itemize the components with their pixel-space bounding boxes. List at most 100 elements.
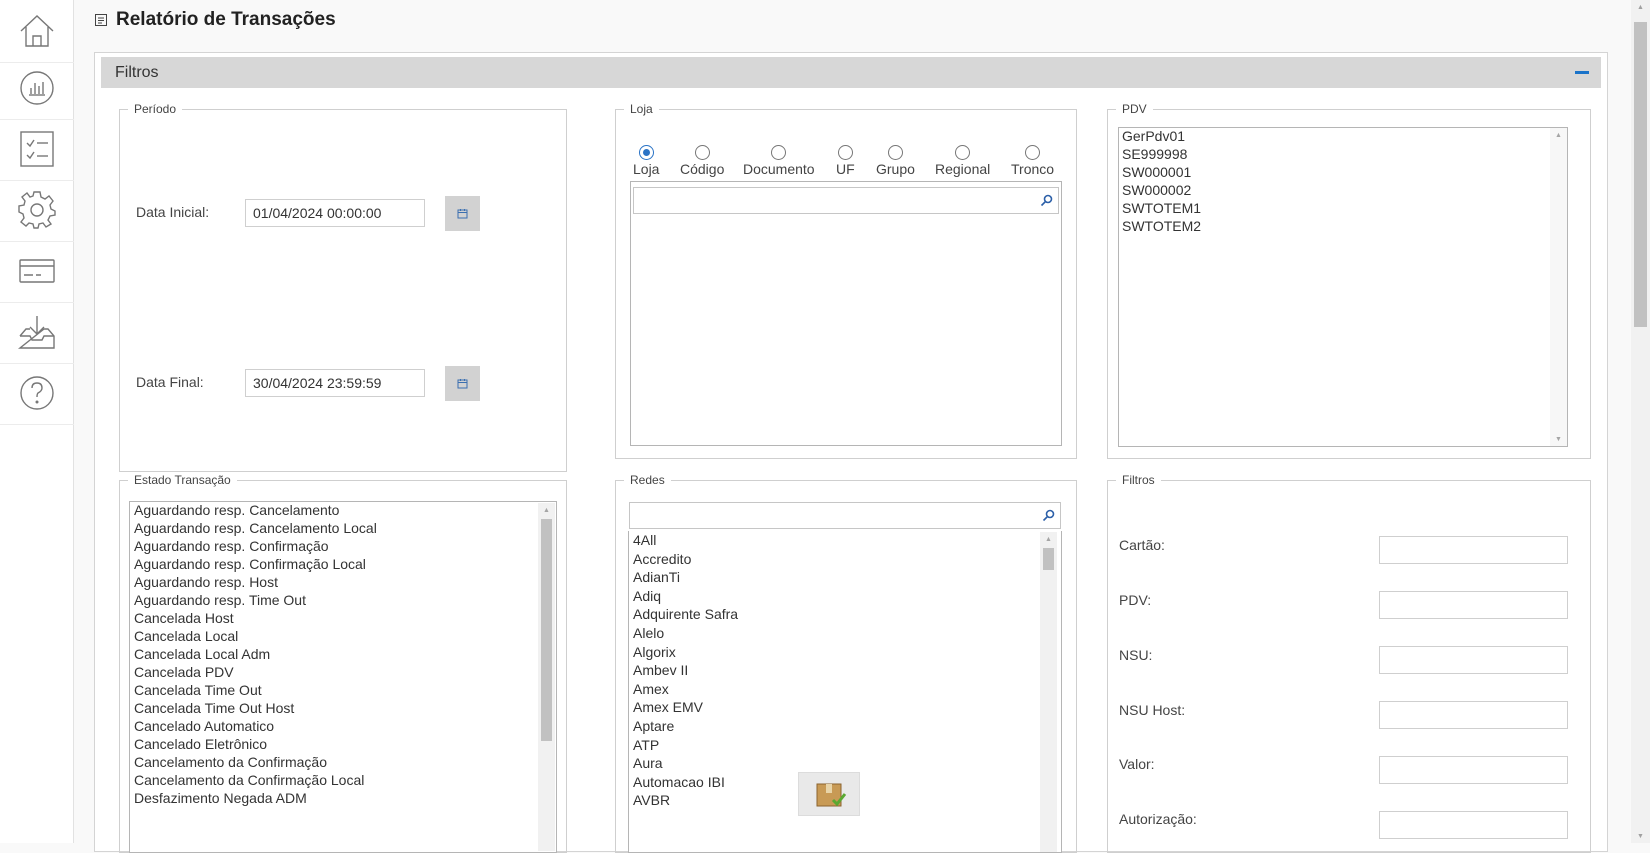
calendar-icon xyxy=(457,209,468,219)
sidebar-item-help[interactable] xyxy=(0,362,74,425)
scroll-up-icon[interactable]: ▲ xyxy=(538,503,555,517)
scroll-thumb[interactable] xyxy=(541,519,552,741)
estado-item[interactable]: Desfazimento Negada ADM xyxy=(134,789,377,807)
page-scrollbar[interactable]: ▲ ▼ xyxy=(1631,0,1650,843)
estado-item[interactable]: Aguardando resp. Time Out xyxy=(134,591,377,609)
autorizacao-input[interactable] xyxy=(1379,811,1568,839)
radio-dot[interactable] xyxy=(1025,145,1041,160)
sidebar-item-cards[interactable] xyxy=(0,240,74,303)
pdv-scrollbar[interactable]: ▲ ▼ xyxy=(1550,128,1567,446)
radio-dot[interactable] xyxy=(887,145,903,160)
rede-item[interactable]: AVBR xyxy=(633,791,738,810)
radio-tronco[interactable]: Tronco xyxy=(1011,145,1054,177)
scroll-up-icon[interactable]: ▲ xyxy=(1040,532,1057,546)
scroll-down-icon[interactable]: ▼ xyxy=(1550,432,1567,446)
end-date-input[interactable]: 30/04/2024 23:59:59 xyxy=(245,369,425,397)
loja-list-box[interactable] xyxy=(630,181,1062,446)
start-date-calendar-button[interactable] xyxy=(445,196,480,231)
rede-item[interactable]: Ambev II xyxy=(633,661,738,680)
rede-item[interactable]: Automacao IBI xyxy=(633,773,738,792)
sidebar-item-home[interactable] xyxy=(0,0,74,63)
radio-codigo[interactable]: Código xyxy=(680,145,724,177)
page-title: Relatório de Transações xyxy=(94,9,336,31)
radio-loja[interactable]: Loja xyxy=(633,145,659,177)
scroll-down-icon[interactable]: ▼ xyxy=(1631,829,1650,843)
end-date-calendar-button[interactable] xyxy=(445,366,480,401)
rede-item[interactable]: ATP xyxy=(633,736,738,755)
rede-item[interactable]: Adquirente Safra xyxy=(633,605,738,624)
start-date-input[interactable]: 01/04/2024 00:00:00 xyxy=(245,199,425,227)
sidebar-item-tasks[interactable] xyxy=(0,118,74,181)
cartao-input[interactable] xyxy=(1379,536,1568,564)
rede-item[interactable]: Accredito xyxy=(633,550,738,569)
rede-item[interactable]: Alelo xyxy=(633,624,738,643)
estado-item[interactable]: Aguardando resp. Cancelamento Local xyxy=(134,519,377,537)
nsu-host-input[interactable] xyxy=(1379,701,1568,729)
estado-item[interactable]: Cancelada PDV xyxy=(134,663,377,681)
estado-item[interactable]: Cancelada Local xyxy=(134,627,377,645)
rede-item[interactable]: Adiq xyxy=(633,587,738,606)
radio-grupo[interactable]: Grupo xyxy=(876,145,915,177)
estado-item[interactable]: Cancelado Eletrônico xyxy=(134,735,377,753)
filters-panel-header[interactable]: Filtros xyxy=(101,57,1601,88)
valor-input[interactable] xyxy=(1379,756,1568,784)
radio-regional[interactable]: Regional xyxy=(935,145,990,177)
estado-item[interactable]: Aguardando resp. Host xyxy=(134,573,377,591)
estado-item[interactable]: Cancelada Host xyxy=(134,609,377,627)
scroll-up-icon[interactable]: ▲ xyxy=(1631,0,1650,14)
estado-transacao-list: Aguardando resp. Cancelamento Aguardando… xyxy=(134,501,377,807)
sidebar-item-downloads[interactable] xyxy=(0,301,74,364)
rede-item[interactable]: Amex EMV xyxy=(633,698,738,717)
search-icon[interactable] xyxy=(1040,194,1053,207)
radio-dot[interactable] xyxy=(638,145,654,160)
sidebar-item-settings[interactable] xyxy=(0,179,74,242)
loading-package-icon xyxy=(798,772,860,816)
loja-search-input[interactable] xyxy=(633,187,1059,214)
estado-item[interactable]: Cancelada Time Out Host xyxy=(134,699,377,717)
estado-item[interactable]: Cancelada Time Out xyxy=(134,681,377,699)
pdv-item[interactable]: SW000002 xyxy=(1122,181,1201,199)
pdv-item[interactable]: SE999998 xyxy=(1122,145,1201,163)
pdv-item[interactable]: GerPdv01 xyxy=(1122,127,1201,145)
nsu-input[interactable] xyxy=(1379,646,1568,674)
rede-item[interactable]: Aptare xyxy=(633,717,738,736)
end-date-label: Data Final: xyxy=(136,374,204,390)
pdv-item[interactable]: SW000001 xyxy=(1122,163,1201,181)
pdv-item[interactable]: SWTOTEM1 xyxy=(1122,199,1201,217)
estado-item[interactable]: Cancelamento da Confirmação xyxy=(134,753,377,771)
redes-scrollbar[interactable]: ▲ xyxy=(1040,532,1057,852)
filters-panel: Filtros Período Data Inicial: 01/04/2024… xyxy=(94,52,1608,853)
sidebar-item-reports[interactable] xyxy=(0,57,74,120)
rede-item[interactable]: Algorix xyxy=(633,643,738,662)
estado-item[interactable]: Cancelada Local Adm xyxy=(134,645,377,663)
radio-uf[interactable]: UF xyxy=(836,145,855,177)
estado-item[interactable]: Aguardando resp. Confirmação xyxy=(134,537,377,555)
estado-item[interactable]: Cancelado Automatico xyxy=(134,717,377,735)
radio-label: UF xyxy=(836,161,855,177)
redes-search-input[interactable] xyxy=(629,502,1061,529)
document-icon xyxy=(95,14,107,26)
gear-icon xyxy=(18,191,56,229)
radio-label: Regional xyxy=(935,161,991,177)
radio-dot[interactable] xyxy=(694,145,710,160)
scroll-thumb[interactable] xyxy=(1043,548,1054,570)
radio-documento[interactable]: Documento xyxy=(743,145,815,177)
minus-icon[interactable] xyxy=(1575,71,1589,74)
radio-dot[interactable] xyxy=(955,145,971,160)
estado-item[interactable]: Aguardando resp. Cancelamento xyxy=(134,501,377,519)
rede-item[interactable]: AdianTi xyxy=(633,568,738,587)
rede-item[interactable]: 4All xyxy=(633,531,738,550)
estado-transacao-scrollbar[interactable]: ▲ xyxy=(538,503,555,851)
pdv-item[interactable]: SWTOTEM2 xyxy=(1122,217,1201,235)
radio-dot[interactable] xyxy=(771,145,787,160)
scroll-up-icon[interactable]: ▲ xyxy=(1550,128,1567,142)
scroll-thumb[interactable] xyxy=(1634,22,1647,327)
estado-item[interactable]: Cancelamento da Confirmação Local xyxy=(134,771,377,789)
radio-dot[interactable] xyxy=(837,145,853,160)
estado-item[interactable]: Aguardando resp. Confirmação Local xyxy=(134,555,377,573)
rede-item[interactable]: Amex xyxy=(633,680,738,699)
search-icon[interactable] xyxy=(1042,509,1055,522)
pdv-filter-label: PDV: xyxy=(1119,592,1152,608)
rede-item[interactable]: Aura xyxy=(633,754,738,773)
pdv-filter-input[interactable] xyxy=(1379,591,1568,619)
